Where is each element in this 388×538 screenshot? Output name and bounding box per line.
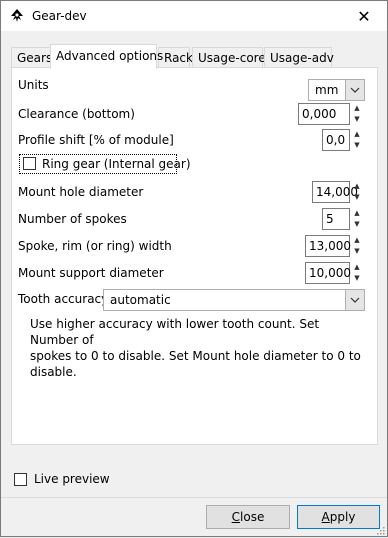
mount-support-value: 10,000 — [309, 266, 351, 280]
tab-gears[interactable]: Gears — [11, 47, 52, 68]
arrow-up-icon[interactable]: ▲ — [351, 103, 363, 113]
ring-gear-checkbox[interactable] — [23, 157, 36, 170]
profile-shift-value: 0,0 — [326, 133, 346, 147]
tab-usage-adv[interactable]: Usage-adv — [264, 47, 334, 68]
help-text-line: spokes to 0 to disable. Set Mount hole d… — [30, 349, 361, 379]
tab-advanced-options[interactable]: Advanced options — [50, 44, 163, 69]
close-icon[interactable]: ✕ — [341, 1, 387, 31]
tooth-accuracy-label: Tooth accuracy — [18, 292, 109, 306]
mount-support-label: Mount support diameter — [18, 266, 164, 280]
window-title: Gear-dev — [32, 9, 87, 23]
tooth-accuracy-value: automatic — [110, 293, 171, 307]
chevron-down-icon[interactable] — [345, 80, 364, 100]
tab-usage-core[interactable]: Usage-core — [192, 47, 266, 68]
units-select[interactable]: mm — [308, 79, 365, 101]
dialog-window: Gear-dev ✕ Gears Advanced options Rack U… — [0, 0, 388, 537]
title-bar[interactable]: Gear-dev ✕ — [1, 1, 387, 31]
mount-hole-stepper[interactable]: ▲ ▼ — [351, 181, 363, 203]
inkscape-icon — [9, 8, 25, 24]
arrow-down-icon[interactable]: ▼ — [351, 192, 363, 202]
close-button-label: lose — [240, 510, 265, 524]
clearance-stepper[interactable]: ▲ ▼ — [351, 103, 363, 125]
tooth-accuracy-select[interactable]: automatic — [103, 289, 365, 311]
arrow-down-icon[interactable]: ▼ — [351, 114, 363, 124]
spokes-stepper[interactable]: ▲ ▼ — [351, 208, 363, 230]
mount-hole-input[interactable]: 14,000 ▲ ▼ — [312, 181, 360, 203]
profile-shift-input[interactable]: 0,0 ▲ ▼ — [322, 129, 360, 151]
mount-support-input[interactable]: 10,000 ▲ ▼ — [305, 262, 360, 284]
spokes-label: Number of spokes — [18, 212, 127, 226]
advanced-options-panel: Units mm Clearance (bottom) 0,000 ▲ ▼ Pr… — [11, 67, 378, 445]
spokes-input[interactable]: 5 ▲ ▼ — [322, 208, 360, 230]
apply-button-label: pply — [329, 510, 356, 524]
profile-shift-label: Profile shift [% of module] — [18, 133, 174, 147]
spoke-width-label: Spoke, rim (or ring) width — [18, 239, 172, 253]
arrow-down-icon[interactable]: ▼ — [351, 273, 363, 283]
spokes-value: 5 — [326, 212, 334, 226]
live-preview-label[interactable]: Live preview — [34, 472, 110, 486]
spoke-width-stepper[interactable]: ▲ ▼ — [351, 235, 363, 257]
resize-grip-icon[interactable] — [375, 524, 385, 535]
arrow-up-icon[interactable]: ▲ — [351, 181, 363, 191]
apply-button-mnemonic: A — [321, 510, 330, 524]
arrow-up-icon[interactable]: ▲ — [351, 208, 363, 218]
mount-support-stepper[interactable]: ▲ ▼ — [351, 262, 363, 284]
apply-button[interactable]: Apply — [297, 505, 380, 529]
help-text: Use higher accuracy with lower tooth cou… — [30, 316, 370, 380]
live-preview-checkbox[interactable] — [14, 473, 27, 486]
arrow-up-icon[interactable]: ▲ — [351, 262, 363, 272]
clearance-value: 0,000 — [302, 107, 337, 121]
units-label: Units — [18, 78, 49, 92]
chevron-down-icon[interactable] — [345, 290, 364, 310]
close-button[interactable]: Close — [206, 505, 290, 529]
divider — [1, 497, 387, 498]
mount-hole-label: Mount hole diameter — [18, 185, 144, 199]
arrow-up-icon[interactable]: ▲ — [351, 129, 363, 139]
clearance-label: Clearance (bottom) — [18, 107, 135, 121]
help-text-line: Use higher accuracy with lower tooth cou… — [30, 317, 320, 347]
arrow-up-icon[interactable]: ▲ — [351, 235, 363, 245]
arrow-down-icon[interactable]: ▼ — [351, 140, 363, 150]
units-value: mm — [315, 83, 339, 97]
spoke-width-input[interactable]: 13,000 ▲ ▼ — [305, 235, 360, 257]
close-button-mnemonic: C — [231, 510, 241, 524]
ring-gear-label[interactable]: Ring gear (Internal gear) — [42, 157, 191, 171]
arrow-down-icon[interactable]: ▼ — [351, 219, 363, 229]
profile-shift-stepper[interactable]: ▲ ▼ — [351, 129, 363, 151]
arrow-down-icon[interactable]: ▼ — [351, 246, 363, 256]
spoke-width-value: 13,000 — [309, 239, 351, 253]
clearance-input[interactable]: 0,000 ▲ ▼ — [298, 103, 360, 125]
